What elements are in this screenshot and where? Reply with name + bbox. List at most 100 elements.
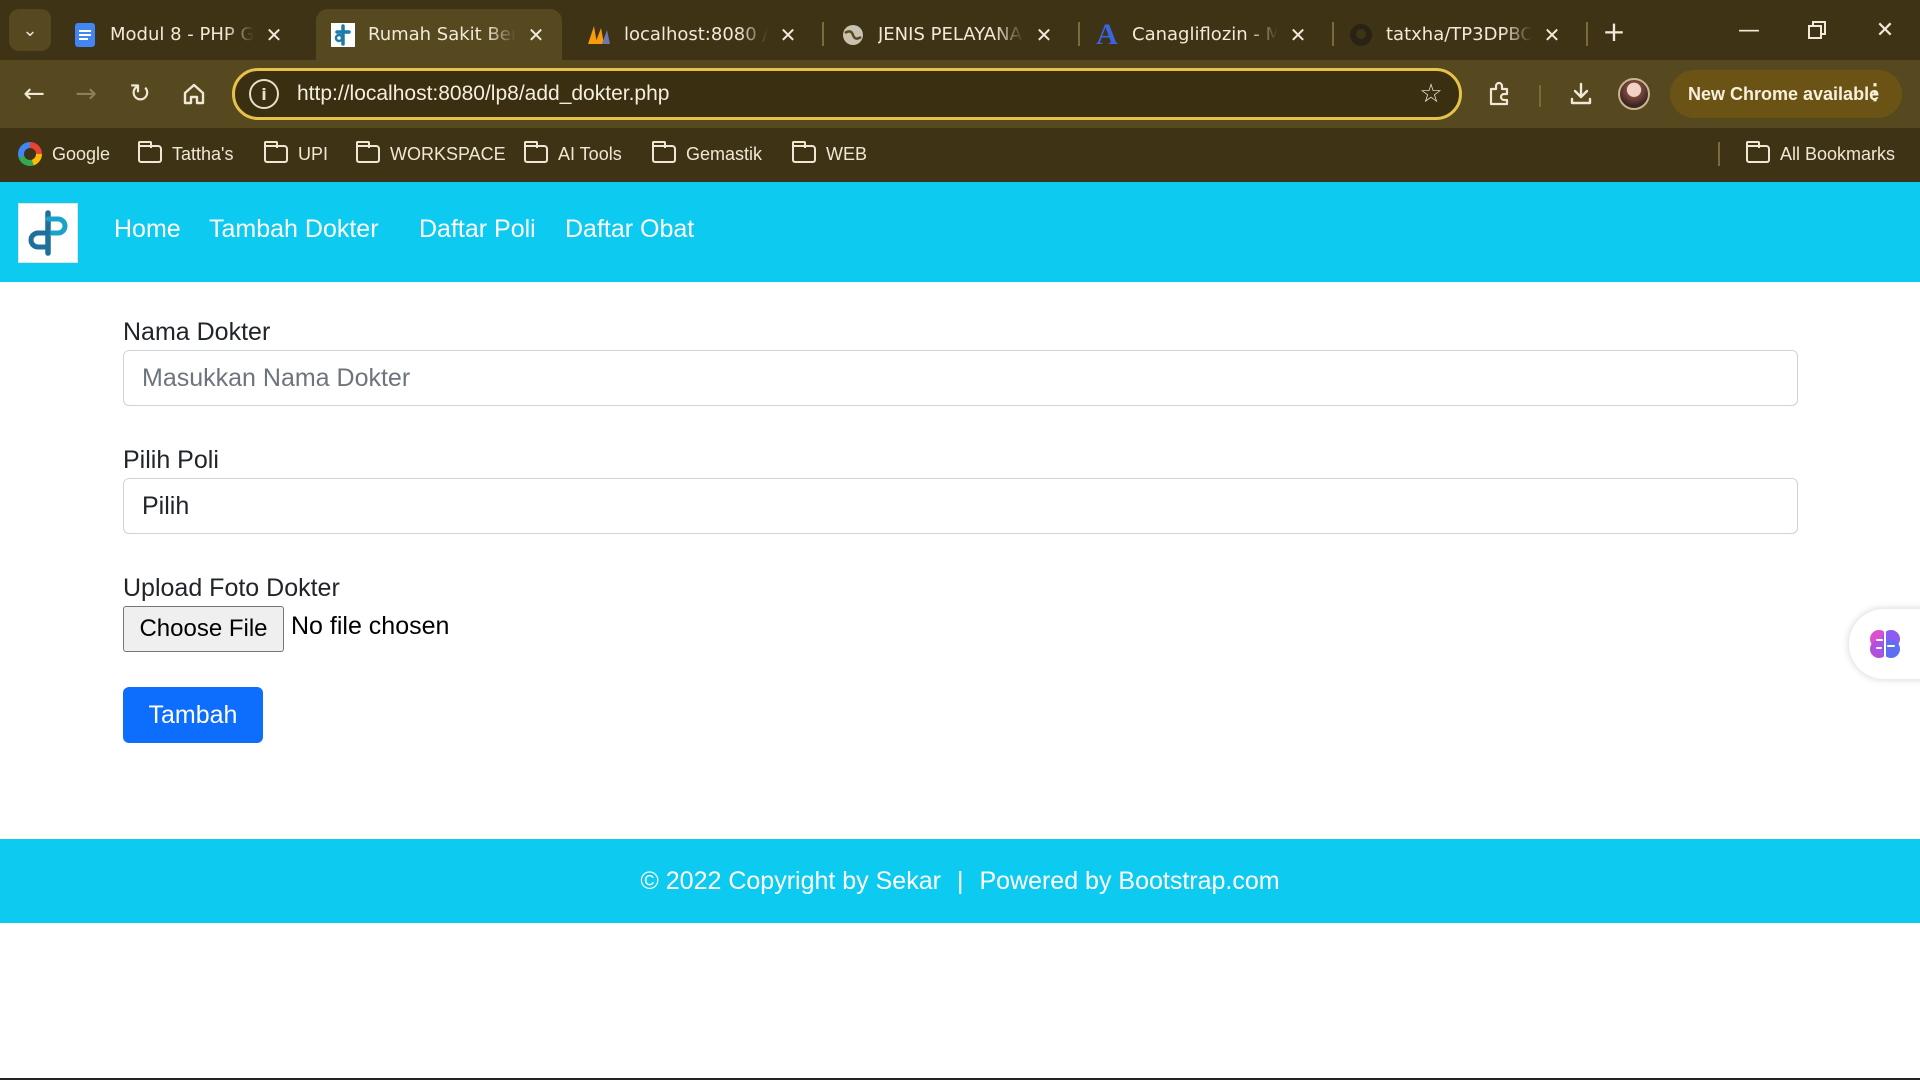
a-logo-icon: A xyxy=(1096,17,1118,51)
tab-separator xyxy=(822,22,824,46)
reload-button[interactable]: ↻ xyxy=(120,74,160,114)
folder-icon xyxy=(356,141,380,165)
brain-icon xyxy=(1870,630,1900,658)
google-icon xyxy=(18,142,42,166)
tab-title: Modul 8 - PHP GUI xyxy=(110,24,254,45)
nama-dokter-label: Nama Dokter xyxy=(123,318,271,346)
bookmarks-bar: Google Tattha's UPI WORKSPACE AI Tools G… xyxy=(0,128,1920,182)
close-icon[interactable]: ✕ xyxy=(1540,23,1564,47)
home-button[interactable] xyxy=(174,74,214,114)
close-icon[interactable]: ✕ xyxy=(1032,23,1056,47)
nav-home[interactable]: Home xyxy=(114,215,181,244)
hospital-logo-icon xyxy=(28,210,68,256)
close-icon[interactable]: ✕ xyxy=(776,23,800,47)
close-icon[interactable]: ✕ xyxy=(262,23,286,47)
bookmark-folder-web[interactable]: WEB xyxy=(792,138,867,170)
globe-icon xyxy=(840,22,866,48)
pilih-poli-label: Pilih Poli xyxy=(123,446,219,474)
nav-tambah-dokter[interactable]: Tambah Dokter xyxy=(209,215,379,244)
folder-icon xyxy=(524,141,548,165)
arrow-right-icon: → xyxy=(75,79,97,109)
site-footer: © 2022 Copyright by Sekar | Powered by B… xyxy=(0,839,1920,923)
tab-jenis-pelayanan[interactable]: JENIS PELAYANAN ✕ xyxy=(826,9,1070,60)
bookmark-folder-workspace[interactable]: WORKSPACE xyxy=(356,138,506,170)
folder-icon xyxy=(1746,141,1770,165)
choose-file-button[interactable]: Choose File xyxy=(123,606,284,652)
folder-icon xyxy=(138,141,162,165)
home-icon xyxy=(183,83,205,105)
tab-canagliflozin[interactable]: A Canagliflozin - Mayo ✕ xyxy=(1080,9,1324,60)
address-url[interactable]: http://localhost:8080/lp8/add_dokter.php xyxy=(297,82,1409,106)
folder-icon xyxy=(652,141,676,165)
bookmark-folder-tatthas[interactable]: Tattha's xyxy=(138,138,233,170)
all-bookmarks-label: All Bookmarks xyxy=(1780,143,1896,164)
plus-icon: + xyxy=(1602,14,1626,48)
bookmark-label: UPI xyxy=(298,143,329,164)
bookmark-label: WEB xyxy=(826,143,868,164)
site-logo[interactable] xyxy=(18,203,78,263)
tab-title: tatxha/TP3DPBO2 xyxy=(1386,24,1532,45)
profile-avatar[interactable] xyxy=(1618,78,1650,110)
folder-icon xyxy=(264,141,288,165)
minimize-icon: — xyxy=(1738,17,1760,43)
update-label: New Chrome available xyxy=(1688,83,1880,104)
bookmark-google[interactable]: Google xyxy=(18,138,110,170)
download-icon xyxy=(1570,82,1592,105)
reload-icon: ↻ xyxy=(129,79,151,109)
tab-search-button[interactable]: ⌄ xyxy=(9,9,51,51)
tab-modul-8[interactable]: Modul 8 - PHP GUI ✕ xyxy=(58,9,300,60)
site-info-icon[interactable]: i xyxy=(249,79,279,109)
tab-github[interactable]: tatxha/TP3DPBO2 ✕ xyxy=(1334,9,1578,60)
new-tab-button[interactable]: + xyxy=(1596,13,1632,49)
poli-select[interactable]: Pilih xyxy=(123,478,1798,534)
toolbar-separator xyxy=(1539,85,1541,107)
arrow-left-icon: ← xyxy=(23,79,45,109)
restore-icon xyxy=(1808,21,1826,39)
bookmark-folder-gemastik[interactable]: Gemastik xyxy=(652,138,762,170)
tab-rumah-sakit[interactable]: Rumah Sakit Bersih ✕ xyxy=(316,9,562,60)
nav-daftar-obat[interactable]: Daftar Obat xyxy=(565,215,694,244)
tab-title: localhost:8080 / 127 xyxy=(624,24,768,45)
minimize-button[interactable]: — xyxy=(1724,8,1774,52)
footer-separator: | xyxy=(956,866,964,895)
web-page: Home Tambah Dokter Daftar Poli Daftar Ob… xyxy=(0,182,1920,1080)
back-button[interactable]: ← xyxy=(14,74,54,114)
puzzle-icon xyxy=(1489,81,1509,106)
bookmark-label: Tattha's xyxy=(172,143,234,164)
tab-phpmyadmin[interactable]: localhost:8080 / 127 ✕ xyxy=(572,9,814,60)
footer-powered-by[interactable]: Powered by Bootstrap.com xyxy=(979,867,1279,896)
nav-daftar-poli[interactable]: Daftar Poli xyxy=(419,215,536,244)
tab-separator xyxy=(1586,22,1588,46)
downloads-button[interactable] xyxy=(1561,74,1601,114)
browser-toolbar: ← → ↻ i http://localhost:8080/lp8/add_do… xyxy=(0,60,1920,128)
extensions-button[interactable] xyxy=(1480,74,1520,114)
more-vert-icon: ⋮ xyxy=(1864,79,1886,104)
footer-copyright: © 2022 Copyright by Sekar xyxy=(640,866,941,895)
hospital-logo-icon xyxy=(330,22,356,48)
restore-button[interactable] xyxy=(1792,8,1842,52)
tambah-button[interactable]: Tambah xyxy=(123,687,263,743)
bookmark-folder-upi[interactable]: UPI xyxy=(264,138,328,170)
bookmark-label: Google xyxy=(52,143,111,164)
forward-button[interactable]: → xyxy=(66,74,106,114)
close-icon[interactable]: ✕ xyxy=(1286,23,1310,47)
close-icon[interactable]: ✕ xyxy=(524,23,548,47)
close-window-button[interactable]: ✕ xyxy=(1860,8,1910,52)
bookmark-folder-ai-tools[interactable]: AI Tools xyxy=(524,138,622,170)
folder-icon xyxy=(792,141,816,165)
address-bar[interactable]: i http://localhost:8080/lp8/add_dokter.p… xyxy=(232,68,1462,120)
side-assistant-widget[interactable] xyxy=(1849,609,1920,679)
github-icon xyxy=(1348,22,1374,48)
nama-dokter-input[interactable]: Masukkan Nama Dokter xyxy=(123,350,1798,406)
new-chrome-available-button[interactable]: New Chrome available ⋮ xyxy=(1670,70,1902,118)
phpmyadmin-icon xyxy=(586,22,612,48)
all-bookmarks-button[interactable]: All Bookmarks xyxy=(1746,138,1895,170)
tab-title: Rumah Sakit Bersih xyxy=(368,24,516,45)
docs-icon xyxy=(72,22,98,48)
bookmarks-separator xyxy=(1718,142,1720,166)
tab-strip: ⌄ Modul 8 - PHP GUI ✕ Rumah Sakit Bersih… xyxy=(0,0,1920,60)
bookmark-label: AI Tools xyxy=(558,143,622,164)
bookmark-star-icon[interactable]: ☆ xyxy=(1409,79,1453,109)
tab-title: JENIS PELAYANAN xyxy=(878,24,1024,45)
tab-title: Canagliflozin - Mayo xyxy=(1132,24,1278,45)
